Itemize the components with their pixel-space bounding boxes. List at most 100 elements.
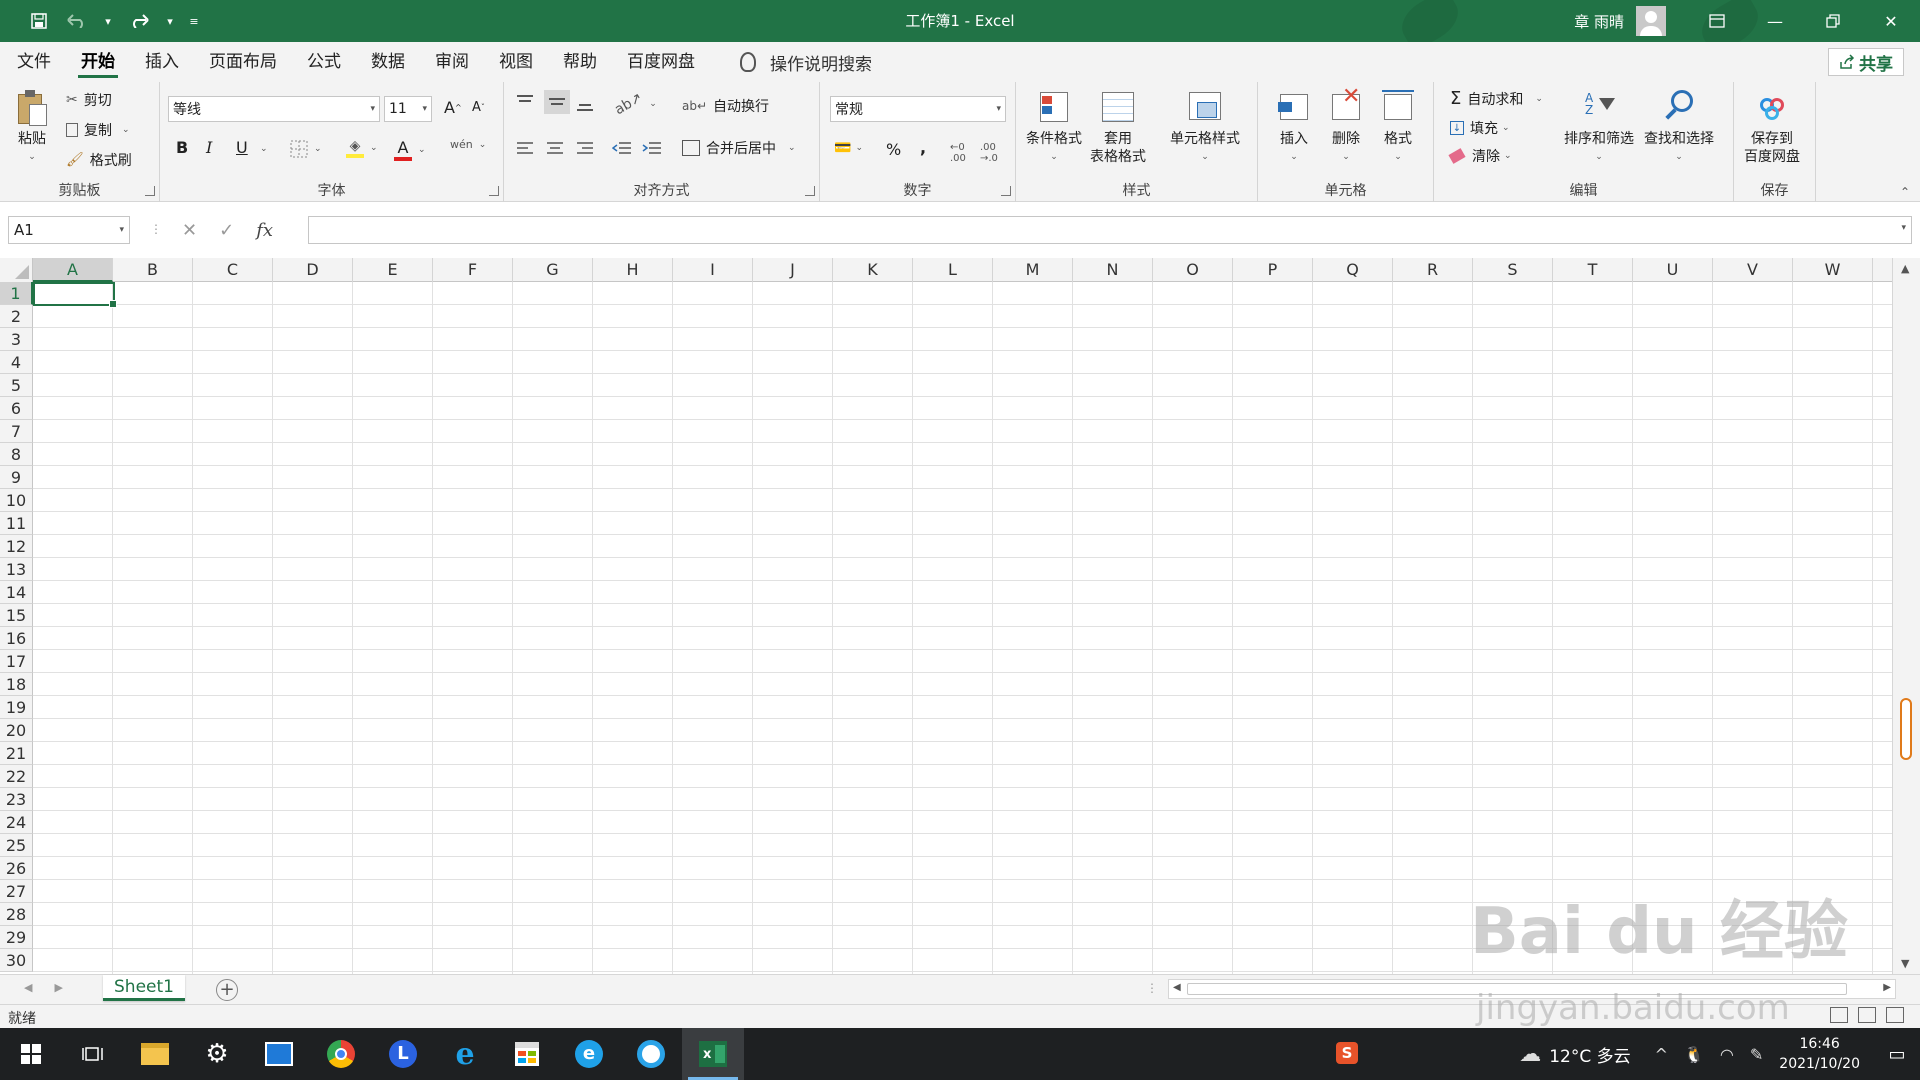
row-header-22[interactable]: 22: [0, 765, 33, 788]
row-header-5[interactable]: 5: [0, 374, 33, 397]
delete-cells-button[interactable]: ✕ 删除 ⌄: [1328, 86, 1364, 166]
name-box[interactable]: A1 ▾: [8, 216, 130, 244]
scroll-down-icon[interactable]: ▼: [1901, 957, 1909, 970]
tab-page-layout[interactable]: 页面布局: [194, 42, 292, 82]
redo-icon[interactable]: [122, 4, 156, 38]
taskbar-edge-legacy[interactable]: e: [558, 1028, 620, 1080]
save-icon[interactable]: [22, 4, 56, 38]
tab-formulas[interactable]: 公式: [292, 42, 356, 82]
page-layout-view-icon[interactable]: [1858, 1007, 1876, 1023]
column-header-m[interactable]: M: [993, 258, 1073, 282]
taskbar-internet-explorer[interactable]: e: [434, 1028, 496, 1080]
vertical-scroll-thumb[interactable]: [1900, 698, 1912, 760]
taskbar-settings[interactable]: ⚙: [186, 1028, 248, 1080]
percent-style-button[interactable]: %: [886, 140, 901, 159]
tab-file[interactable]: 文件: [2, 42, 66, 82]
sogou-ime-icon[interactable]: S: [1336, 1042, 1358, 1064]
underline-button[interactable]: U: [236, 138, 248, 157]
avatar[interactable]: [1636, 6, 1666, 36]
wifi-icon[interactable]: ◠: [1720, 1045, 1734, 1064]
row-header-19[interactable]: 19: [0, 696, 33, 719]
column-header-t[interactable]: T: [1553, 258, 1633, 282]
column-header-d[interactable]: D: [273, 258, 353, 282]
column-header-n[interactable]: N: [1073, 258, 1153, 282]
column-header-e[interactable]: E: [353, 258, 433, 282]
row-header-23[interactable]: 23: [0, 788, 33, 811]
active-cell-a1[interactable]: [33, 282, 117, 308]
format-as-table-button[interactable]: 套用 表格格式: [1090, 88, 1146, 166]
cell-styles-button[interactable]: 单元格样式 ⌄: [1170, 88, 1240, 166]
row-header-17[interactable]: 17: [0, 650, 33, 673]
tab-help[interactable]: 帮助: [548, 42, 612, 82]
sort-filter-button[interactable]: AZ 排序和筛选 ⌄: [1564, 88, 1634, 166]
wrap-text-button[interactable]: ab↵ 自动换行: [682, 96, 769, 116]
column-header-j[interactable]: J: [753, 258, 833, 282]
minimize-icon[interactable]: —: [1746, 0, 1804, 42]
column-header-q[interactable]: Q: [1313, 258, 1393, 282]
increase-decimal-icon[interactable]: ←0.00: [950, 142, 966, 164]
row-header-14[interactable]: 14: [0, 581, 33, 604]
page-break-view-icon[interactable]: [1886, 1007, 1904, 1023]
align-left-icon[interactable]: [516, 140, 534, 156]
share-button[interactable]: 共享: [1828, 48, 1904, 76]
insert-function-icon[interactable]: fx: [256, 220, 273, 241]
dialog-launcher-icon[interactable]: [489, 186, 499, 196]
select-all-button[interactable]: [0, 258, 33, 282]
undo-dropdown-icon[interactable]: ▾: [98, 4, 118, 38]
column-header-b[interactable]: B: [113, 258, 193, 282]
row-header-2[interactable]: 2: [0, 305, 33, 328]
find-select-button[interactable]: 查找和选择 ⌄: [1644, 88, 1714, 166]
clear-button[interactable]: 清除 ⌄: [1448, 146, 1512, 166]
row-header-11[interactable]: 11: [0, 512, 33, 535]
align-center-icon[interactable]: [546, 140, 564, 156]
pen-icon[interactable]: ✎: [1750, 1045, 1763, 1064]
formula-input[interactable]: ▾: [308, 216, 1912, 244]
row-header-20[interactable]: 20: [0, 719, 33, 742]
column-header-k[interactable]: K: [833, 258, 913, 282]
column-header-o[interactable]: O: [1153, 258, 1233, 282]
increase-indent-icon[interactable]: [642, 140, 662, 156]
increase-font-size-button[interactable]: A ^: [444, 98, 462, 117]
insert-cells-button[interactable]: 插入 ⌄: [1276, 88, 1312, 166]
chevron-up-icon[interactable]: ^: [1655, 1045, 1668, 1064]
merge-center-button[interactable]: 合并后居中 ⌄: [682, 138, 796, 158]
row-header-7[interactable]: 7: [0, 420, 33, 443]
conditional-formatting-button[interactable]: 条件格式 ⌄: [1026, 88, 1082, 166]
scroll-left-icon[interactable]: ◀: [1173, 982, 1181, 993]
number-format-select[interactable]: 常规 ▾: [830, 96, 1006, 122]
add-sheet-button[interactable]: +: [216, 979, 238, 1001]
redo-dropdown-icon[interactable]: ▾: [160, 4, 180, 38]
row-header-30[interactable]: 30: [0, 949, 33, 972]
column-header-h[interactable]: H: [593, 258, 673, 282]
tab-review[interactable]: 审阅: [420, 42, 484, 82]
copy-button[interactable]: 复制 ⌄: [66, 120, 130, 140]
taskbar-search-app[interactable]: [620, 1028, 682, 1080]
cancel-icon[interactable]: ✕: [182, 220, 197, 241]
row-header-15[interactable]: 15: [0, 604, 33, 627]
tab-baidu-netdisk[interactable]: 百度网盘: [612, 42, 710, 82]
fill-button[interactable]: ↓ 填充 ⌄: [1450, 118, 1510, 138]
column-header-a[interactable]: A: [33, 258, 113, 282]
column-header-s[interactable]: S: [1473, 258, 1553, 282]
dialog-launcher-icon[interactable]: [805, 186, 815, 196]
borders-button[interactable]: ⌄: [290, 140, 322, 158]
row-header-26[interactable]: 26: [0, 857, 33, 880]
format-cells-button[interactable]: 格式 ⌄: [1380, 88, 1416, 166]
restore-icon[interactable]: [1804, 0, 1862, 42]
cut-button[interactable]: ✂ 剪切: [66, 90, 112, 110]
taskbar-photos[interactable]: [248, 1028, 310, 1080]
orientation-button[interactable]: ab↗ ⌄: [612, 90, 657, 118]
tell-me-search[interactable]: 操作说明搜索: [740, 50, 872, 75]
row-header-29[interactable]: 29: [0, 926, 33, 949]
tab-split-grip[interactable]: ⋮: [1146, 981, 1158, 995]
action-center-icon[interactable]: ▭: [1874, 1028, 1920, 1080]
save-to-baidu-button[interactable]: 保存到 百度网盘: [1744, 88, 1800, 166]
column-header-g[interactable]: G: [513, 258, 593, 282]
column-header-l[interactable]: L: [913, 258, 993, 282]
weather-text[interactable]: 12°C 多云: [1549, 1042, 1630, 1067]
vertical-scrollbar[interactable]: ▲ ▼: [1892, 258, 1920, 974]
autosum-button[interactable]: Σ 自动求和 ⌄: [1450, 88, 1543, 109]
taskbar-file-explorer[interactable]: [124, 1028, 186, 1080]
row-header-8[interactable]: 8: [0, 443, 33, 466]
underline-dropdown-icon[interactable]: ⌄: [260, 144, 268, 154]
